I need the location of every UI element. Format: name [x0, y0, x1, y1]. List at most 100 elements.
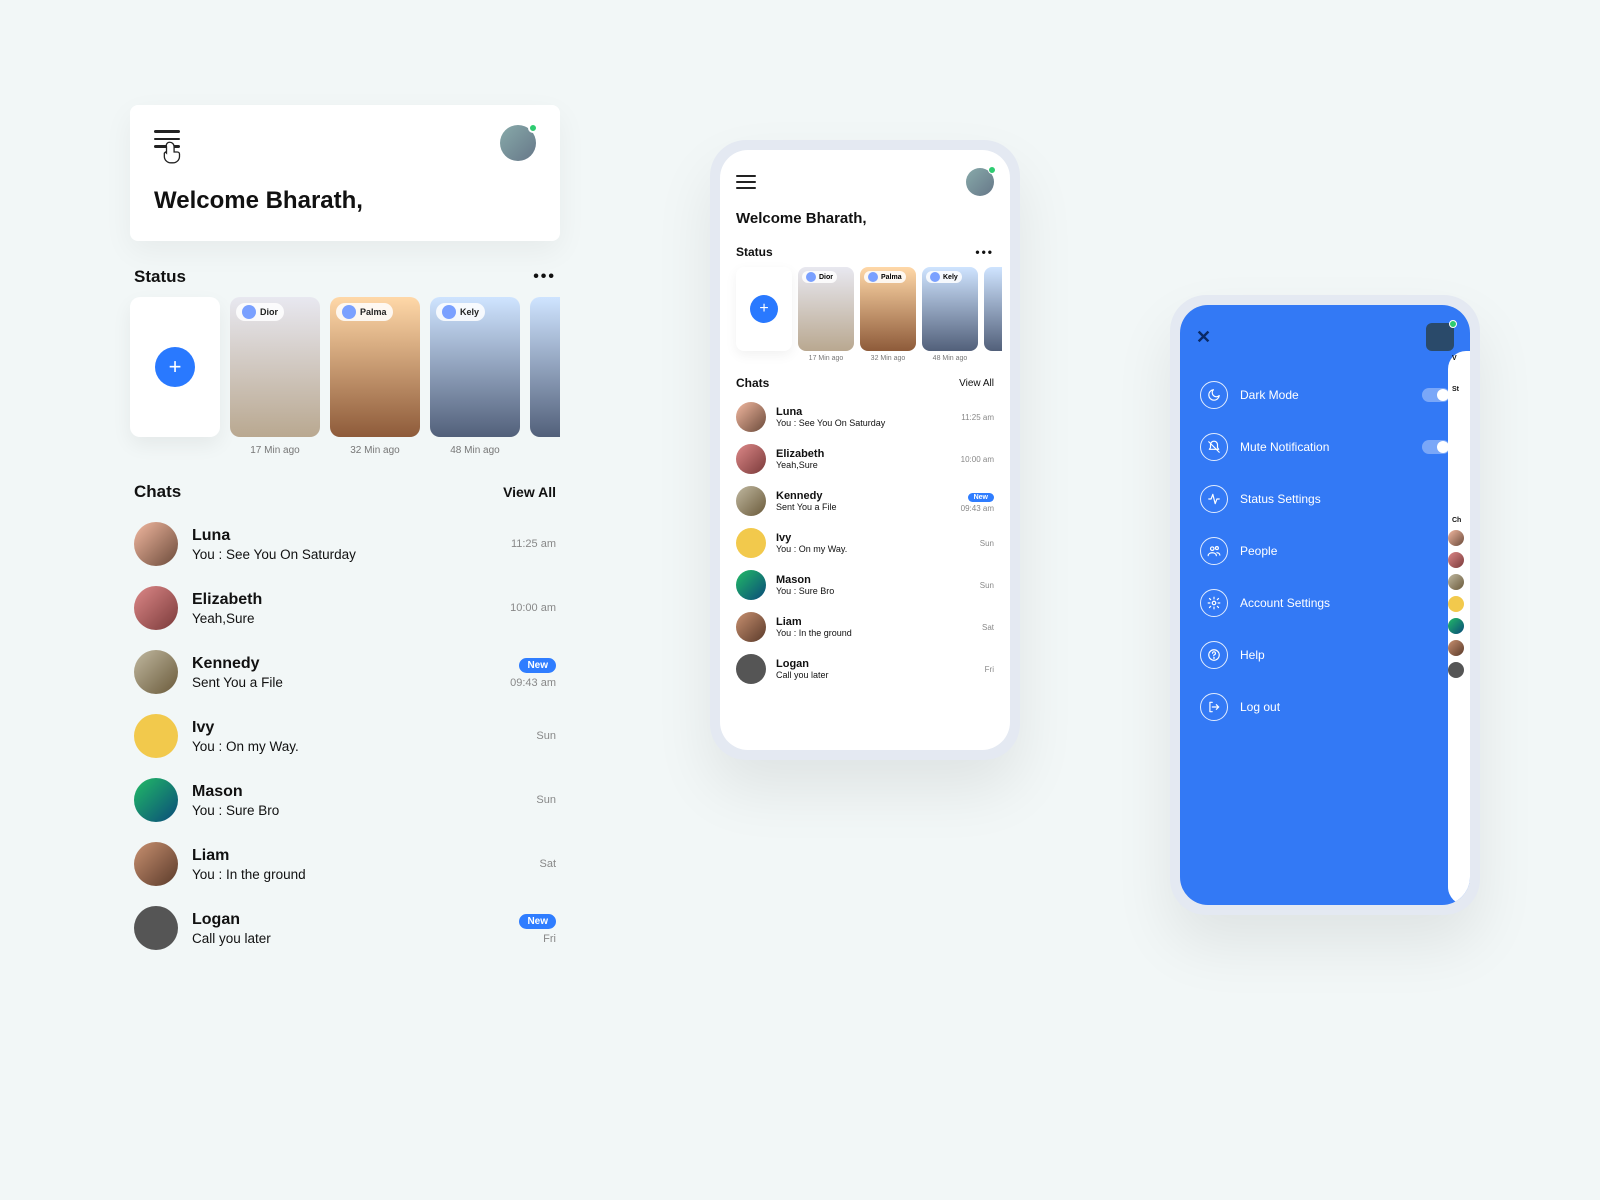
- close-icon[interactable]: ✕: [1196, 327, 1211, 348]
- chat-row[interactable]: KennedySent You a FileNew09:43 am: [134, 640, 556, 704]
- chat-avatar: [134, 586, 178, 630]
- chat-row[interactable]: LunaYou : See You On Saturday11:25 am: [134, 512, 556, 576]
- profile-avatar[interactable]: [1426, 323, 1454, 351]
- chat-row[interactable]: LoganCall you laterNewFri: [134, 896, 556, 960]
- chat-row[interactable]: LiamYou : In the groundSat: [134, 832, 556, 896]
- plus-icon[interactable]: +: [750, 295, 778, 323]
- online-dot-icon: [528, 123, 538, 133]
- chat-row[interactable]: LiamYou : In the groundSat: [736, 606, 994, 648]
- drawer-item-account-settings[interactable]: Account Settings: [1200, 577, 1450, 629]
- toggle-switch[interactable]: [1422, 388, 1450, 402]
- drawer-menu: Dark Mode Mute Notification Status Setti…: [1180, 361, 1470, 741]
- chat-name: Ivy: [192, 719, 522, 737]
- chat-row[interactable]: LunaYou : See You On Saturday11:25 am: [736, 396, 994, 438]
- activity-icon: [1200, 485, 1228, 513]
- status-card[interactable]: Dior: [798, 267, 854, 351]
- profile-avatar[interactable]: [966, 168, 994, 196]
- chat-avatar: [736, 612, 766, 642]
- status-add-card[interactable]: +: [130, 297, 220, 437]
- drawer-label: Help: [1240, 648, 1450, 662]
- chat-preview: You : See You On Saturday: [776, 418, 951, 428]
- pointer-cursor-icon: [160, 139, 186, 170]
- chat-preview: Call you later: [776, 670, 975, 680]
- chat-row[interactable]: IvyYou : On my Way.Sun: [736, 522, 994, 564]
- status-row: + Dior 17 Min ago Palma 32 Min ago Kely …: [130, 297, 560, 456]
- new-badge: New: [968, 493, 994, 502]
- chat-avatar: [134, 906, 178, 950]
- chat-avatar: [134, 714, 178, 758]
- status-card[interactable]: Palma: [330, 297, 420, 437]
- screen-home-large: Welcome Bharath, Status ••• + Dior 17 Mi…: [130, 105, 560, 960]
- drawer-label: Log out: [1240, 700, 1450, 714]
- status-time: 32 Min ago: [871, 355, 906, 362]
- status-time: 48 Min ago: [933, 355, 968, 362]
- chat-preview: You : On my Way.: [192, 739, 522, 754]
- chat-preview: You : In the ground: [776, 628, 972, 638]
- chat-time: 09:43 am: [510, 677, 556, 689]
- peek-avatar: [1448, 596, 1464, 612]
- chat-name: Liam: [192, 847, 525, 865]
- drawer-item-people[interactable]: People: [1200, 525, 1450, 577]
- chat-name: Luna: [192, 527, 497, 545]
- logout-icon: [1200, 693, 1228, 721]
- online-dot-icon: [988, 166, 996, 174]
- chat-preview: Sent You a File: [776, 502, 951, 512]
- status-card[interactable]: Kely: [922, 267, 978, 351]
- chats-heading: Chats: [736, 376, 769, 390]
- status-card-peek[interactable]: [530, 297, 560, 437]
- chat-preview: Yeah,Sure: [192, 611, 496, 626]
- chat-avatar: [134, 778, 178, 822]
- chat-time: 10:00 am: [961, 455, 994, 464]
- chat-preview: Call you later: [192, 931, 505, 946]
- chat-row[interactable]: MasonYou : Sure BroSun: [134, 768, 556, 832]
- chat-row[interactable]: ElizabethYeah,Sure10:00 am: [736, 438, 994, 480]
- chat-time: Sun: [536, 730, 556, 742]
- profile-avatar[interactable]: [500, 125, 536, 161]
- plus-icon[interactable]: +: [155, 347, 195, 387]
- chat-time: 10:00 am: [510, 602, 556, 614]
- chat-preview: Yeah,Sure: [776, 460, 951, 470]
- drawer-item-status-settings[interactable]: Status Settings: [1200, 473, 1450, 525]
- chat-row[interactable]: Ivy You : On my Way. Sun: [134, 704, 556, 768]
- status-add-card[interactable]: +: [736, 267, 792, 351]
- chat-time: Sat: [539, 858, 556, 870]
- hamburger-icon[interactable]: [154, 125, 180, 153]
- chat-time: Sun: [980, 581, 994, 590]
- drawer-item-logout[interactable]: Log out: [1200, 681, 1450, 733]
- chat-preview: You : Sure Bro: [192, 803, 522, 818]
- chats-viewall-link[interactable]: View All: [959, 378, 994, 389]
- chat-avatar: [736, 528, 766, 558]
- status-card-peek[interactable]: [984, 267, 1002, 351]
- peek-avatar: [1448, 574, 1464, 590]
- chat-name: Luna: [776, 406, 951, 418]
- chat-preview: You : See You On Saturday: [192, 547, 497, 562]
- drawer-item-dark-mode[interactable]: Dark Mode: [1200, 369, 1450, 421]
- peek-text: V: [1448, 351, 1470, 362]
- chats-viewall-link[interactable]: View All: [503, 484, 556, 500]
- screen-home-phone: Welcome Bharath, Status••• + Dior17 Min …: [710, 140, 1020, 760]
- gear-icon: [1200, 589, 1228, 617]
- chat-time: 09:43 am: [961, 504, 994, 513]
- status-more-icon[interactable]: •••: [975, 245, 994, 259]
- drawer-item-help[interactable]: Help: [1200, 629, 1450, 681]
- chat-time: Sat: [982, 623, 994, 632]
- chat-name: Mason: [776, 574, 970, 586]
- welcome-title: Welcome Bharath,: [154, 187, 536, 215]
- status-card[interactable]: Dior: [230, 297, 320, 437]
- chat-row[interactable]: MasonYou : Sure BroSun: [736, 564, 994, 606]
- drawer-item-mute[interactable]: Mute Notification: [1200, 421, 1450, 473]
- chat-row[interactable]: ElizabethYeah,Sure10:00 am: [134, 576, 556, 640]
- underlying-screen-peek: V St Ch: [1448, 351, 1470, 905]
- moon-icon: [1200, 381, 1228, 409]
- chat-name: Kennedy: [192, 655, 496, 673]
- status-more-icon[interactable]: •••: [533, 268, 556, 286]
- peek-avatar: [1448, 662, 1464, 678]
- chat-row[interactable]: LoganCall you laterFri: [736, 648, 994, 690]
- chat-row[interactable]: KennedySent You a FileNew09:43 am: [736, 480, 994, 522]
- bell-off-icon: [1200, 433, 1228, 461]
- hamburger-icon[interactable]: [736, 171, 756, 193]
- status-chip: Kely: [436, 303, 485, 321]
- toggle-switch[interactable]: [1422, 440, 1450, 454]
- status-card[interactable]: Palma: [860, 267, 916, 351]
- status-card[interactable]: Kely: [430, 297, 520, 437]
